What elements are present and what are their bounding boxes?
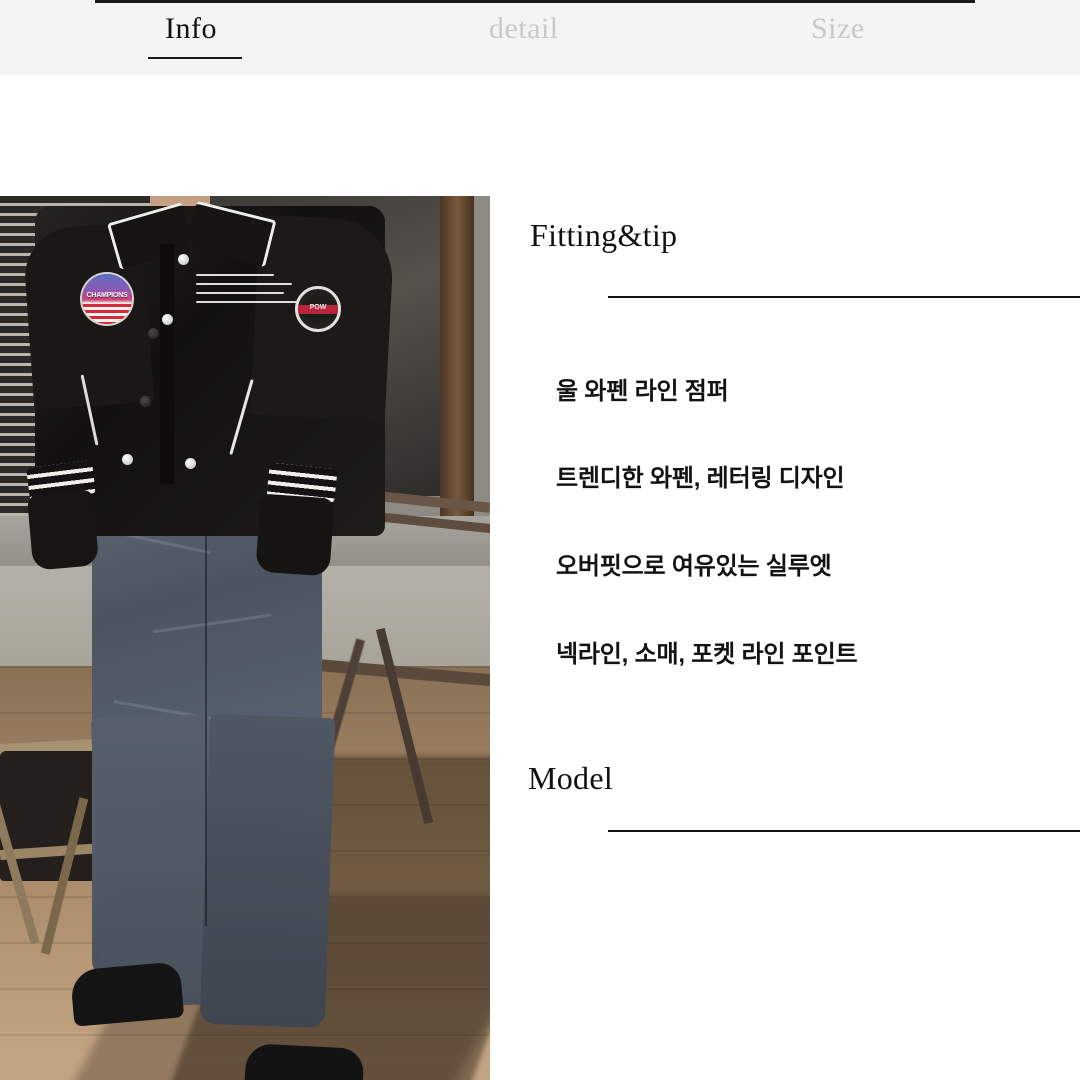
fitting-point-3: 오버핏으로 여유있는 실루엣	[556, 553, 832, 580]
sleeve-patch-icon: POW	[295, 286, 341, 332]
info-panel: Fitting&tip 울 와펜 라인 점퍼 트렌디한 와펜, 레터링 디자인 …	[490, 0, 1080, 1080]
model-jeans-right-leg	[199, 713, 336, 1029]
jacket-snap-1	[178, 254, 189, 265]
jacket-button-placket	[160, 244, 174, 484]
product-photo[interactable]: CHAMPIONS POW	[0, 196, 490, 1080]
patch-flag-stripes	[82, 304, 132, 324]
fitting-tip-divider	[608, 296, 1080, 298]
fitting-point-2: 트렌디한 와펜, 레터링 디자인	[556, 465, 845, 492]
patch-sleeve-label: POW	[309, 304, 327, 311]
product-detail-page: Info detail Size CHAMPIONS POW Fitting&t…	[0, 0, 1080, 1080]
jacket-snap-4	[140, 396, 151, 407]
tab-info[interactable]: Info	[165, 12, 217, 50]
model-divider	[608, 830, 1080, 832]
fitting-point-1: 울 와펜 라인 점퍼	[556, 378, 729, 405]
patch-champions-label: CHAMPIONS	[86, 292, 128, 299]
fitting-point-4: 넥라인, 소매, 포켓 라인 포인트	[556, 641, 858, 668]
model-glove-right	[255, 493, 335, 577]
model-glove-left	[26, 489, 100, 571]
window-frame	[440, 196, 474, 526]
jacket-snap-3	[148, 328, 159, 339]
model-shoe-left	[69, 961, 185, 1027]
model-jeans-seam	[205, 496, 207, 926]
jacket-snap-6	[185, 458, 196, 469]
jacket-snap-2	[162, 314, 173, 325]
champions-chest-patch-icon: CHAMPIONS	[82, 274, 132, 324]
jacket-chest-embroidery	[196, 274, 306, 318]
model-heading: Model	[528, 760, 614, 796]
tab-active-indicator	[148, 57, 242, 59]
jacket-snap-5	[122, 454, 133, 465]
fitting-tip-heading: Fitting&tip	[530, 217, 678, 253]
model-shoe-right	[243, 1042, 365, 1080]
